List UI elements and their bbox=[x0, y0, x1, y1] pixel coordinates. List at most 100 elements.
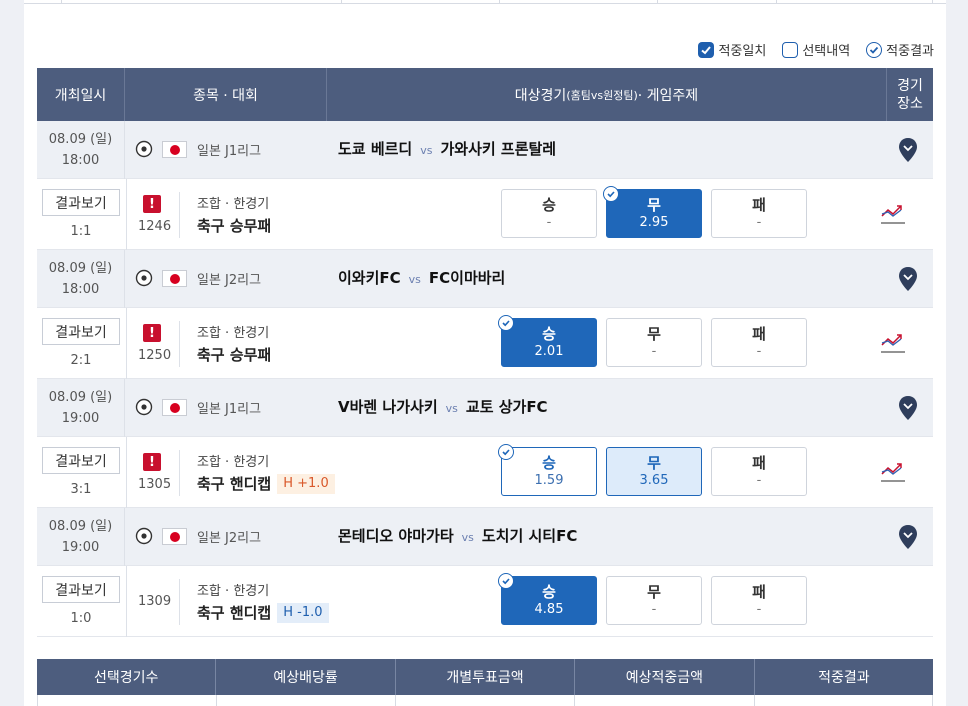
view-result-button[interactable]: 결과보기 bbox=[42, 576, 120, 603]
result-check-icon bbox=[498, 315, 514, 331]
game-detail-row: 결과보기 3:1 ! 1305 조합 · 한경기 축구 핸디캡 H +1.0 승 … bbox=[37, 437, 933, 508]
warning-icon: ! bbox=[143, 453, 161, 471]
legend-selection-label: 선택내역 bbox=[802, 44, 851, 59]
away-team: FC이마바리 bbox=[428, 269, 506, 287]
odd-win[interactable]: 승 2.01 bbox=[498, 315, 597, 367]
games-table: 개최일시 종목 · 대회 대상경기 (홈팀vs원정팀) · 게임주제 경기 장소 … bbox=[37, 68, 933, 637]
away-team: 가와사키 프론탈레 bbox=[440, 140, 557, 158]
game-number: 1305 bbox=[138, 477, 172, 492]
game-detail-row: 결과보기 1:1 ! 1246 조합 · 한경기 축구 승무패 승 - 무 2.… bbox=[37, 179, 933, 250]
odd-loss[interactable]: 패 - bbox=[711, 447, 807, 496]
location-pin-icon[interactable] bbox=[898, 137, 918, 163]
view-result-button[interactable]: 결과보기 bbox=[42, 318, 120, 345]
game-detail-row: 결과보기 2:1 ! 1250 조합 · 한경기 축구 승무패 승 2.01 무… bbox=[37, 308, 933, 379]
trend-chart-icon[interactable] bbox=[880, 460, 906, 484]
trend-chart-icon[interactable] bbox=[880, 331, 906, 355]
league-name: 일본 J2리그 bbox=[197, 531, 262, 546]
location-pin-icon[interactable] bbox=[898, 395, 918, 421]
game-rows: 08.09 (일) 18:00 일본 J1리그 도쿄 베르디 vs 가와사키 프론탈… bbox=[37, 121, 933, 637]
game-datetime: 08.09 (일) 19:00 bbox=[37, 508, 125, 566]
odd-draw[interactable]: 무 - bbox=[606, 318, 702, 367]
summary-body bbox=[37, 695, 933, 706]
result-cell: 결과보기 3:1 bbox=[37, 437, 127, 508]
game-type: 축구 핸디캡 H +1.0 bbox=[197, 473, 335, 494]
odd-win[interactable]: 승 - bbox=[501, 189, 597, 238]
soccer-ball-icon bbox=[135, 527, 153, 545]
japan-flag-icon bbox=[162, 528, 187, 545]
away-team: 도치기 시티FC bbox=[481, 527, 578, 545]
warning-icon: ! bbox=[143, 324, 161, 342]
final-score: 3:1 bbox=[70, 482, 92, 497]
header-target: 대상경기 (홈팀vs원정팀) · 게임주제 bbox=[327, 68, 887, 121]
away-team: 교토 상가FC bbox=[465, 398, 548, 416]
filled-check-icon bbox=[698, 41, 715, 58]
result-cell: 결과보기 1:1 bbox=[37, 179, 127, 250]
japan-flag-icon bbox=[162, 270, 187, 287]
game-info-row: 08.09 (일) 19:00 일본 J2리그 몬테디오 야마가타 vs 도치기 시… bbox=[37, 508, 933, 566]
trend-chart-icon[interactable] bbox=[880, 202, 906, 226]
match-teams: 몬테디오 야마가타 vs 도치기 시티FC bbox=[338, 527, 578, 545]
home-team: V바렌 나가사키 bbox=[338, 398, 438, 416]
legend-result: 적중결과 bbox=[866, 40, 934, 59]
legend-result-label: 적중결과 bbox=[886, 44, 934, 59]
match-teams: 도쿄 베르디 vs 가와사키 프론탈레 bbox=[338, 140, 557, 158]
header-date: 개최일시 bbox=[37, 68, 125, 121]
legend-selection: 선택내역 bbox=[782, 40, 850, 59]
odd-win[interactable]: 승 1.59 bbox=[498, 444, 597, 496]
odd-loss[interactable]: 패 - bbox=[711, 189, 807, 238]
odd-draw[interactable]: 무 3.65 bbox=[606, 447, 702, 496]
location-pin-icon[interactable] bbox=[898, 266, 918, 292]
location-pin-icon[interactable] bbox=[898, 524, 918, 550]
summary-selected-count: 선택경기수 bbox=[37, 659, 217, 695]
game-info-row: 08.09 (일) 18:00 일본 J2리그 이와키FC vs FC이마바리 bbox=[37, 250, 933, 308]
odd-draw[interactable]: 무 - bbox=[606, 576, 702, 625]
game-type: 축구 승무패 bbox=[197, 217, 272, 235]
game-number: 1309 bbox=[138, 594, 172, 609]
game-type: 축구 승무패 bbox=[197, 346, 272, 364]
match-teams: 이와키FC vs FC이마바리 bbox=[338, 269, 506, 287]
handicap-badge: H +1.0 bbox=[277, 473, 335, 494]
game-detail-row: 결과보기 1:0 1309 조합 · 한경기 축구 핸디캡 H -1.0 승 4.… bbox=[37, 566, 933, 637]
result-check-icon bbox=[603, 186, 619, 202]
game-datetime: 08.09 (일) 19:00 bbox=[37, 379, 125, 437]
game-info-row: 08.09 (일) 19:00 일본 J1리그 V바렌 나가사키 vs 교토 상가F… bbox=[37, 379, 933, 437]
game-number: 1246 bbox=[138, 219, 172, 234]
odd-win[interactable]: 승 4.85 bbox=[498, 573, 597, 625]
combo-label: 조합 · 한경기 bbox=[197, 326, 270, 341]
game-datetime: 08.09 (일) 18:00 bbox=[37, 250, 125, 308]
header-sport-league: 종목 · 대회 bbox=[125, 68, 327, 121]
home-team: 도쿄 베르디 bbox=[338, 140, 413, 158]
result-check-icon bbox=[498, 444, 514, 460]
soccer-ball-icon bbox=[135, 398, 153, 416]
odd-loss[interactable]: 패 - bbox=[711, 576, 807, 625]
empty-box-icon bbox=[782, 41, 799, 58]
combo-label: 조합 · 한경기 bbox=[197, 584, 270, 599]
home-team: 이와키FC bbox=[338, 269, 401, 287]
japan-flag-icon bbox=[162, 399, 187, 416]
home-team: 몬테디오 야마가타 bbox=[338, 527, 454, 545]
match-teams: V바렌 나가사키 vs 교토 상가FC bbox=[338, 398, 548, 416]
summary-result: 적중결과 bbox=[818, 670, 870, 686]
view-result-button[interactable]: 결과보기 bbox=[42, 447, 120, 474]
result-cell: 결과보기 2:1 bbox=[37, 308, 127, 379]
final-score: 2:1 bbox=[70, 353, 92, 368]
legend-match-hit-label: 적중일치 bbox=[718, 44, 767, 59]
header-venue: 경기 장소 bbox=[897, 77, 923, 112]
league-name: 일본 J2리그 bbox=[197, 273, 262, 288]
combo-label: 조합 · 한경기 bbox=[197, 197, 270, 212]
summary-bet-amount: 개별투표금액 bbox=[396, 659, 576, 695]
legend-match-hit: 적중일치 bbox=[698, 40, 766, 59]
summary-expected-odds: 예상배당률 bbox=[216, 659, 396, 695]
league-name: 일본 J1리그 bbox=[197, 402, 262, 417]
japan-flag-icon bbox=[162, 141, 187, 158]
handicap-badge: H -1.0 bbox=[277, 602, 329, 623]
legend: 적중일치 선택내역 적중결과 bbox=[698, 40, 934, 59]
odd-loss[interactable]: 패 - bbox=[711, 318, 807, 367]
soccer-ball-icon bbox=[135, 269, 153, 287]
previous-section-bottom bbox=[24, 0, 946, 4]
game-info-row: 08.09 (일) 18:00 일본 J1리그 도쿄 베르디 vs 가와사키 프론탈… bbox=[37, 121, 933, 179]
odd-draw[interactable]: 무 2.95 bbox=[603, 186, 702, 238]
final-score: 1:0 bbox=[70, 611, 92, 626]
view-result-button[interactable]: 결과보기 bbox=[42, 189, 120, 216]
final-score: 1:1 bbox=[70, 224, 92, 239]
